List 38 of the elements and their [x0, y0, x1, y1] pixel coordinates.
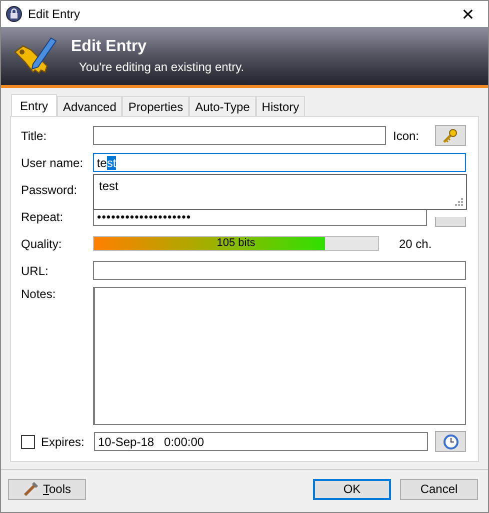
suggestion-item[interactable]: test: [99, 179, 118, 194]
tab[interactable]: Advanced: [57, 96, 122, 116]
generator-button[interactable]: [435, 217, 466, 228]
expires-checkbox[interactable]: [21, 434, 35, 449]
tools-button[interactable]: Tools: [8, 478, 86, 500]
resize-grip-icon[interactable]: [455, 198, 463, 206]
field-label: Quality:: [21, 236, 63, 251]
quality-reading: 105 bits: [216, 237, 256, 250]
tab[interactable]: Auto-Type: [189, 96, 256, 116]
tools-icon: [22, 481, 39, 498]
key-icon: [442, 128, 458, 144]
tab[interactable]: Entry: [11, 94, 58, 116]
title-field[interactable]: [93, 126, 386, 146]
lock-icon: [6, 6, 22, 22]
close-button[interactable]: ✕: [448, 1, 488, 27]
window-title: Edit Entry: [28, 7, 80, 21]
notes-field[interactable]: [92, 287, 466, 426]
field-label: Icon:: [392, 128, 419, 143]
cancel-button[interactable]: Cancel: [400, 478, 478, 500]
clock-icon: [442, 434, 458, 450]
banner-subtitle: You're editing an existing entry.: [78, 60, 244, 74]
field-label: Title:: [21, 128, 48, 143]
icon-button[interactable]: [434, 125, 466, 146]
clock-button[interactable]: [435, 431, 466, 452]
field-label: Expires:: [41, 434, 86, 449]
tab[interactable]: Properties: [122, 96, 190, 116]
expiry-date-field[interactable]: 10-Sep-18 0:00:00: [94, 432, 428, 452]
length-reading: 20 ch.: [399, 236, 432, 251]
tab[interactable]: History: [256, 96, 306, 116]
field-label: Password:: [21, 182, 78, 197]
field-label: Notes:: [21, 287, 57, 302]
field-label: Repeat:: [21, 210, 64, 224]
username-field[interactable]: test: [92, 153, 466, 172]
url-field[interactable]: [92, 261, 466, 280]
banner-title: Edit Entry: [71, 38, 148, 56]
field-label: User name:: [21, 156, 84, 170]
ok-button[interactable]: OK: [313, 478, 391, 500]
field-label: URL:: [21, 264, 50, 278]
